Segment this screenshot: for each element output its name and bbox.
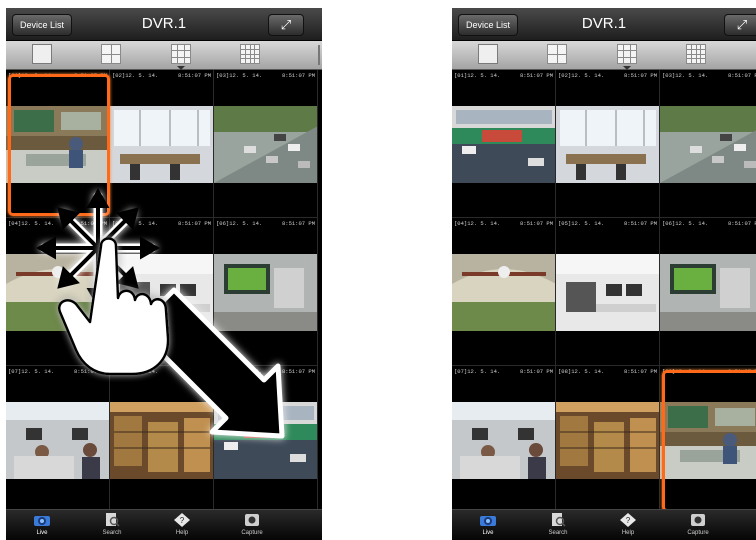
selected-channel-frame bbox=[662, 370, 756, 512]
svg-text:?: ? bbox=[626, 516, 631, 525]
channel-label: [02] bbox=[558, 72, 572, 79]
single-view-icon[interactable] bbox=[478, 44, 498, 64]
time-label: 8:51:07 PM bbox=[727, 72, 756, 79]
channel-label: [06] bbox=[662, 220, 676, 227]
capture-icon bbox=[691, 514, 705, 526]
date-label: 12. 5. 14. bbox=[675, 72, 709, 79]
time-label: 8:51:07 PM bbox=[623, 72, 657, 79]
camera-feed bbox=[452, 106, 555, 183]
right-screen: Device List DVR.1 ⤢ [01]12. 5. 14. 8:51:0… bbox=[452, 8, 756, 540]
channel-label: [03] bbox=[662, 72, 676, 79]
layout-toolbar bbox=[452, 41, 756, 70]
camera-cell-8[interactable]: [08]12. 5. 14. 8:51:07 PM bbox=[556, 366, 660, 514]
camera-caption: [07]12. 5. 14. 8:51:07 PM bbox=[454, 368, 553, 375]
camera-caption: [04]12. 5. 14. 8:51:07 PM bbox=[454, 220, 553, 227]
camera-caption: [01]12. 5. 14. 8:51:07 PM bbox=[454, 72, 553, 79]
sixteen-view-icon[interactable] bbox=[686, 44, 706, 64]
drag-gesture-overlay bbox=[35, 187, 285, 439]
date-label: 12. 5. 14. bbox=[571, 368, 605, 375]
navigation-bar: Device List DVR.1 ⤢ bbox=[452, 8, 756, 41]
tab-bar: Live Search? Help Capture bbox=[452, 509, 756, 540]
camera-feed bbox=[660, 254, 756, 331]
camera-cell-6[interactable]: [06]12. 5. 14. 8:51:07 PM bbox=[660, 218, 756, 366]
left-screen: Device List DVR.1 ⤢ [01]12. 5. 14. 8:51:0… bbox=[6, 8, 322, 540]
time-label: 8:51:07 PM bbox=[623, 368, 657, 375]
camera-cell-3[interactable]: [03]12. 5. 14. 8:51:07 PM bbox=[660, 70, 756, 218]
channel-label: [04] bbox=[454, 220, 468, 227]
date-label: 12. 5. 14. bbox=[467, 368, 501, 375]
device-list-button[interactable]: Device List bbox=[458, 14, 519, 36]
tab-label: Capture bbox=[687, 530, 709, 536]
camera-cell-7[interactable]: [07]12. 5. 14. 8:51:07 PM bbox=[452, 366, 556, 514]
camera-cell-4[interactable]: [04]12. 5. 14. 8:51:07 PM bbox=[452, 218, 556, 366]
camera-caption: [02]12. 5. 14. 8:51:07 PM bbox=[558, 72, 657, 79]
camera-feed bbox=[452, 254, 555, 331]
camera-caption: [06]12. 5. 14. 8:51:07 PM bbox=[662, 220, 756, 227]
camera-caption: [08]12. 5. 14. 8:51:07 PM bbox=[558, 368, 657, 375]
time-label: 8:51:07 PM bbox=[519, 220, 553, 227]
camera-caption: [05]12. 5. 14. 8:51:07 PM bbox=[558, 220, 657, 227]
channel-label: [05] bbox=[558, 220, 572, 227]
camera-feed bbox=[556, 106, 659, 183]
channel-label: [07] bbox=[454, 368, 468, 375]
time-label: 8:51:07 PM bbox=[623, 220, 657, 227]
camera-caption: [03]12. 5. 14. 8:51:07 PM bbox=[662, 72, 756, 79]
camera-grid: [01]12. 5. 14. 8:51:07 PM [02]12. 5. 14. 8:… bbox=[452, 70, 756, 520]
camera-icon bbox=[480, 516, 496, 526]
tab-label: Live bbox=[482, 530, 494, 536]
quad-view-icon[interactable] bbox=[547, 44, 567, 64]
date-label: 12. 5. 14. bbox=[675, 220, 709, 227]
nine-view-icon[interactable] bbox=[617, 44, 637, 64]
camera-cell-2[interactable]: [02]12. 5. 14. 8:51:07 PM bbox=[556, 70, 660, 218]
help-icon: ? bbox=[620, 513, 636, 527]
channel-label: [08] bbox=[558, 368, 572, 375]
fullscreen-button[interactable]: ⤢ bbox=[724, 14, 756, 36]
expand-arrows-icon: ⤢ bbox=[736, 17, 748, 32]
tab-label: Help bbox=[621, 530, 635, 536]
time-label: 8:51:07 PM bbox=[727, 220, 756, 227]
date-label: 12. 5. 14. bbox=[571, 220, 605, 227]
camera-feed bbox=[660, 106, 756, 183]
date-label: 12. 5. 14. bbox=[467, 72, 501, 79]
date-label: 12. 5. 14. bbox=[571, 72, 605, 79]
tab-live[interactable]: Live bbox=[458, 512, 518, 536]
camera-cell-1[interactable]: [01]12. 5. 14. 8:51:07 PM bbox=[452, 70, 556, 218]
channel-label: [01] bbox=[454, 72, 468, 79]
tab-label: Search bbox=[548, 530, 568, 536]
time-label: 8:51:07 PM bbox=[519, 368, 553, 375]
camera-cell-5[interactable]: [05]12. 5. 14. 8:51:07 PM bbox=[556, 218, 660, 366]
tab-capture[interactable]: Capture bbox=[668, 512, 728, 536]
tab-help[interactable]: ? Help bbox=[598, 512, 658, 536]
time-label: 8:51:07 PM bbox=[519, 72, 553, 79]
camera-feed bbox=[556, 402, 659, 479]
tab-search[interactable]: Search bbox=[528, 512, 588, 536]
camera-feed bbox=[452, 402, 555, 479]
date-label: 12. 5. 14. bbox=[467, 220, 501, 227]
search-icon bbox=[552, 513, 566, 527]
camera-feed bbox=[556, 254, 659, 331]
hand-pointer-icon bbox=[57, 237, 170, 376]
